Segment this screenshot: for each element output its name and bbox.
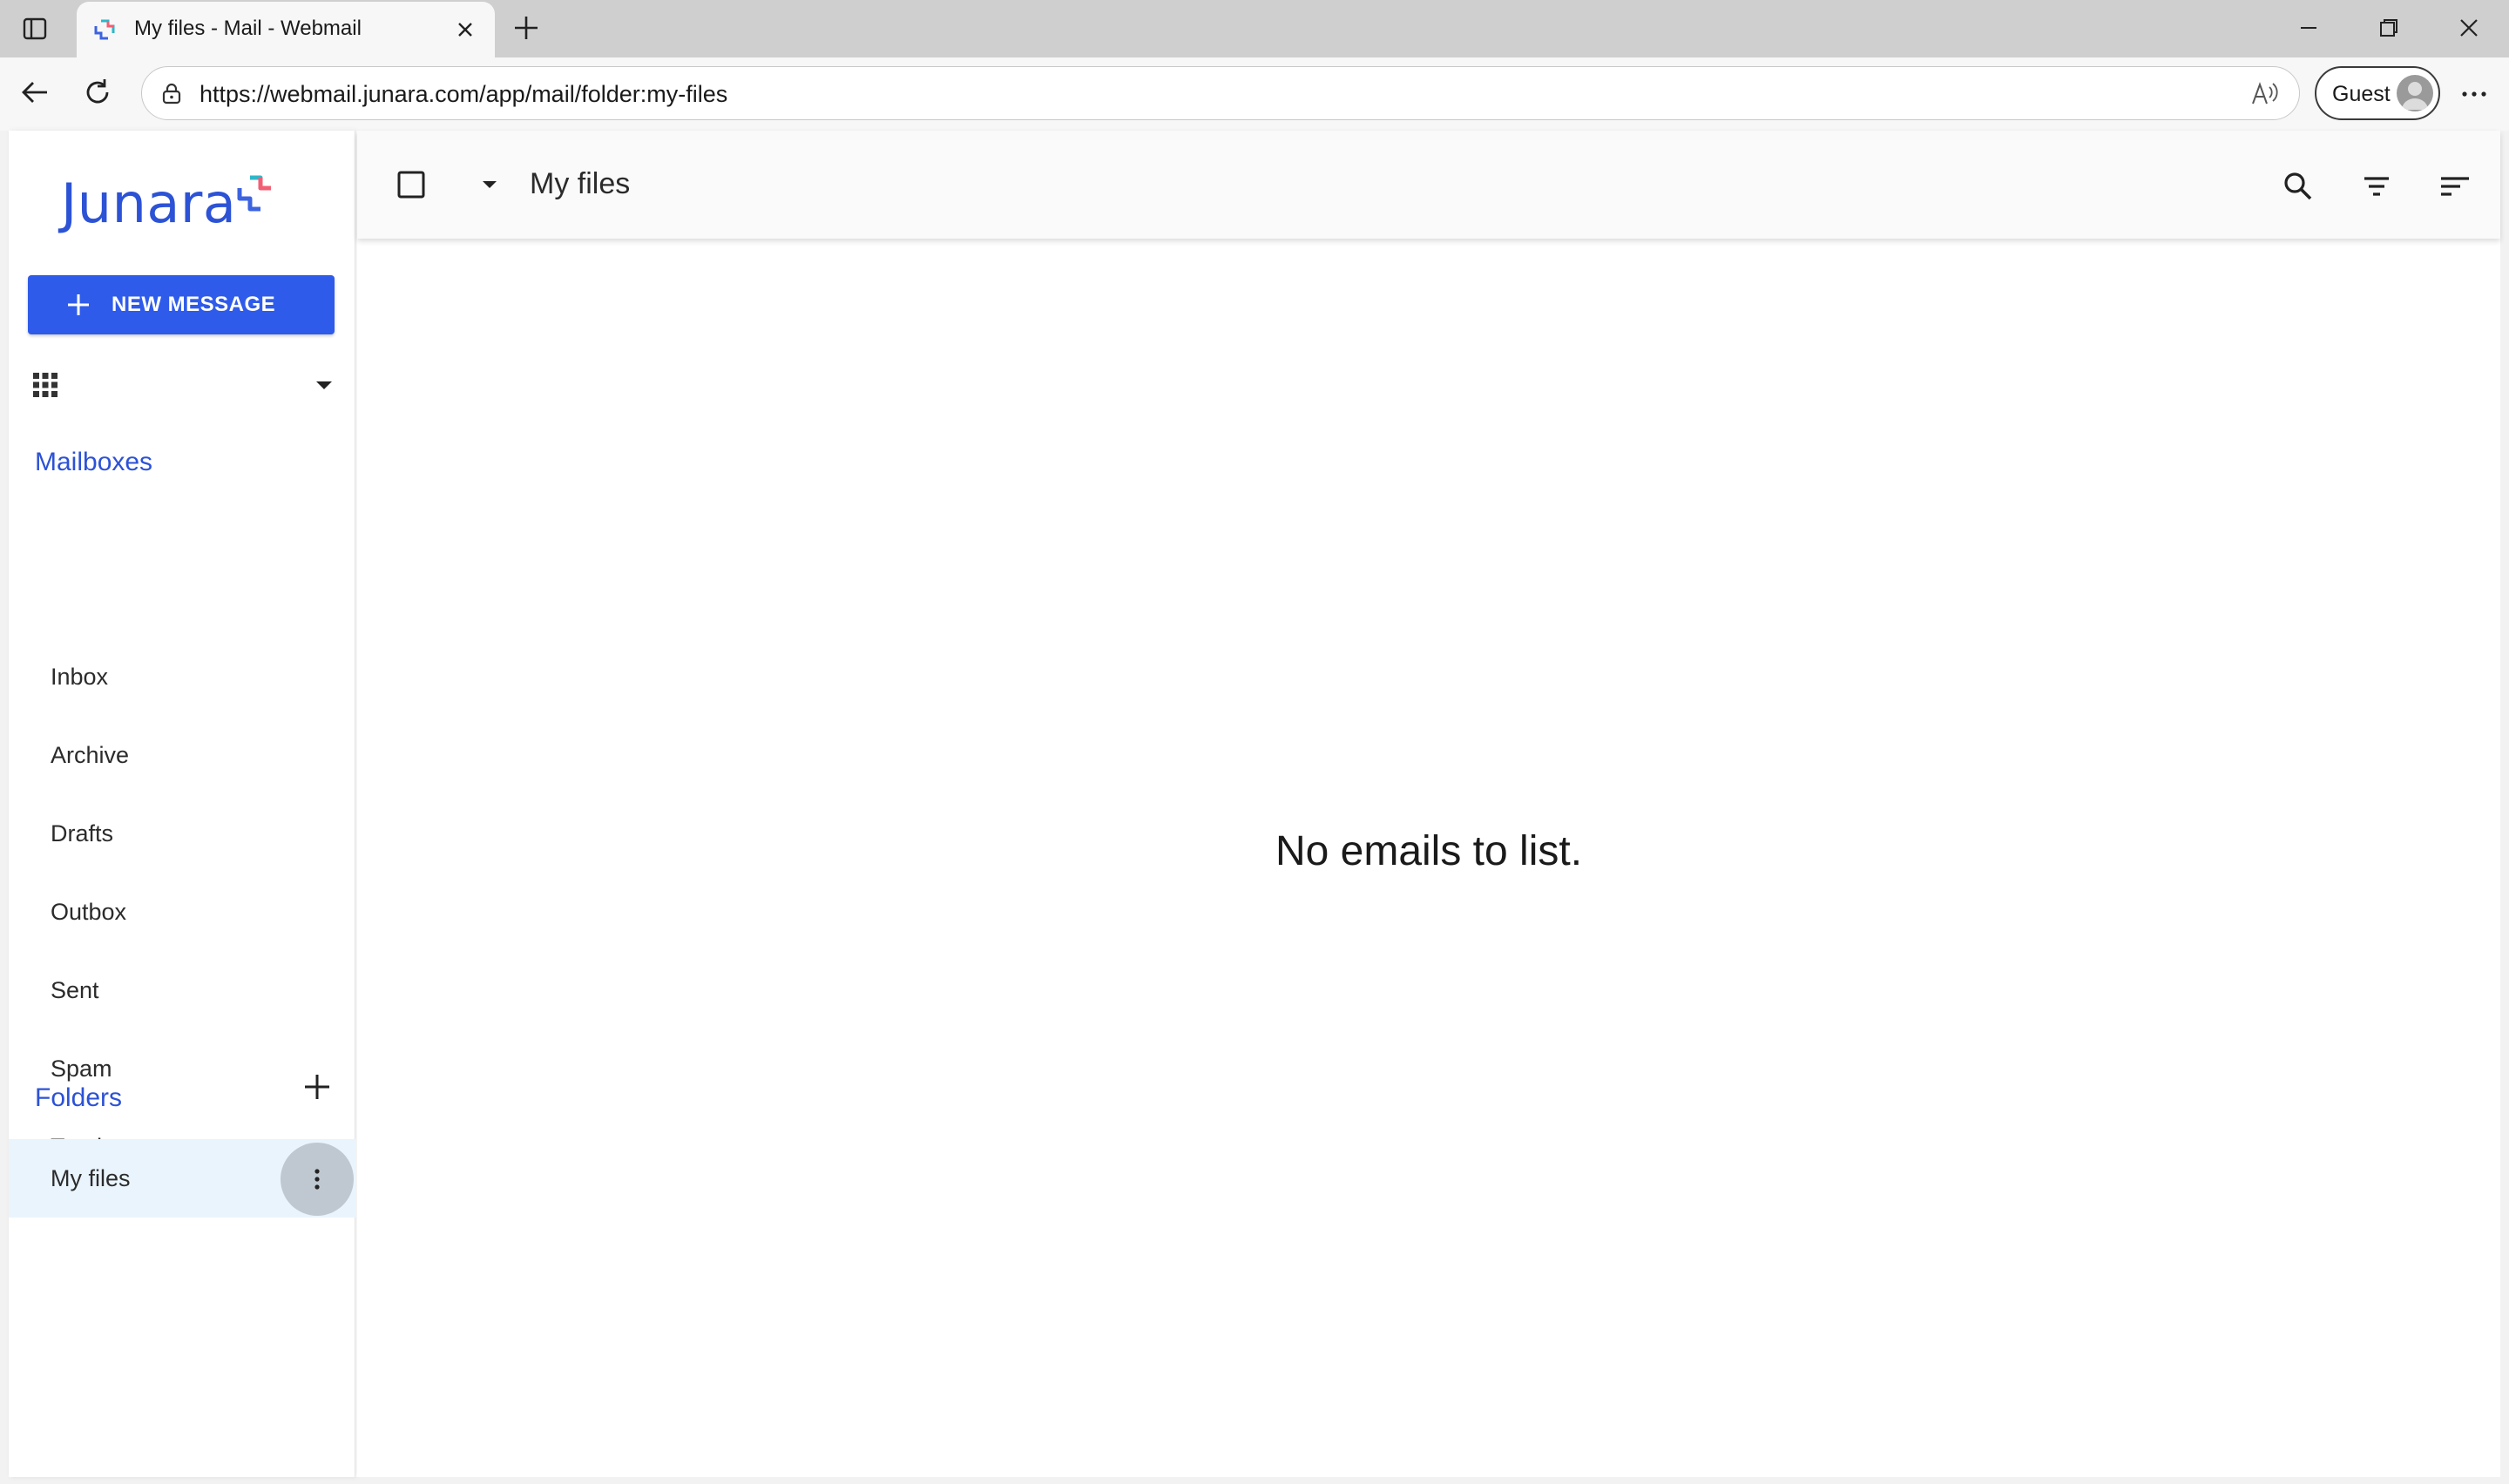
lock-icon[interactable] [159,81,184,105]
mailbox-label: Inbox [51,663,109,690]
caret-down-icon[interactable] [312,373,336,397]
url-field[interactable]: https://webmail.junara.com/app/mail/fold… [141,66,2300,120]
empty-list-message: No emails to list. [1275,828,1583,874]
apps-switcher[interactable] [31,368,336,402]
browser-tab-bar: My files - Mail - Webmail [0,0,2509,57]
folder-more-button[interactable] [281,1143,354,1216]
junara-favicon-icon [92,17,117,42]
new-message-button[interactable]: NEW MESSAGE [28,275,335,334]
tab-title: My files - Mail - Webmail [134,17,362,40]
search-icon[interactable] [2281,169,2316,204]
apps-grid-icon[interactable] [31,371,59,399]
more-horizontal-icon[interactable] [2457,77,2492,111]
browser-address-bar: https://webmail.junara.com/app/mail/fold… [0,57,2509,131]
webmail-app: Junara NEW MESSAGE Mailboxes Inbox Archi… [9,131,2500,1477]
tab-close-icon[interactable] [453,17,477,42]
close-window-icon[interactable] [2453,12,2485,44]
mailbox-item-drafts[interactable]: Drafts [9,794,355,873]
profile-label: Guest [2332,82,2391,106]
message-list-pane: My files No emails to list. [357,131,2500,1477]
page-title: My files [530,167,631,200]
tab-actions-icon[interactable] [17,12,52,45]
add-folder-icon[interactable] [301,1071,333,1103]
browser-tab-active[interactable]: My files - Mail - Webmail [77,2,495,57]
profile-button[interactable]: Guest [2315,66,2440,120]
mailbox-label: Outbox [51,898,127,925]
back-arrow-icon[interactable] [17,75,52,110]
plus-icon [68,294,89,315]
list-toolbar: My files [357,131,2500,239]
mailbox-item-sent[interactable]: Sent [9,951,355,1029]
logo-text: Junara [61,172,237,235]
new-message-label: NEW MESSAGE [112,293,276,316]
mailboxes-heading: Mailboxes [35,448,153,476]
new-tab-icon[interactable] [511,12,542,44]
url-text: https://webmail.junara.com/app/mail/fold… [200,81,728,107]
sidebar: Junara NEW MESSAGE Mailboxes Inbox Archi… [9,131,355,1477]
folder-label: My files [51,1164,131,1191]
restore-icon[interactable] [2373,12,2404,44]
junara-logo[interactable]: Junara [61,169,276,239]
mailbox-item-outbox[interactable]: Outbox [9,873,355,951]
avatar [2397,75,2433,111]
mailbox-label: Spam [51,1055,112,1082]
minimize-icon[interactable] [2293,12,2324,44]
junara-logo-mark-icon [237,175,272,212]
select-options-caret-icon[interactable] [477,172,502,197]
filter-icon[interactable] [2359,169,2394,204]
mailbox-label: Drafts [51,820,114,847]
folders-heading: Folders [35,1083,123,1112]
more-vertical-icon [314,1169,320,1190]
reload-icon[interactable] [80,75,115,110]
read-aloud-icon[interactable] [2250,79,2280,109]
mailbox-item-archive[interactable]: Archive [9,716,355,794]
select-all-checkbox[interactable] [396,169,427,200]
mailbox-item-inbox[interactable]: Inbox [9,637,355,716]
mailbox-label: Archive [51,741,130,768]
mailbox-label: Sent [51,976,99,1003]
sort-icon[interactable] [2438,169,2472,204]
